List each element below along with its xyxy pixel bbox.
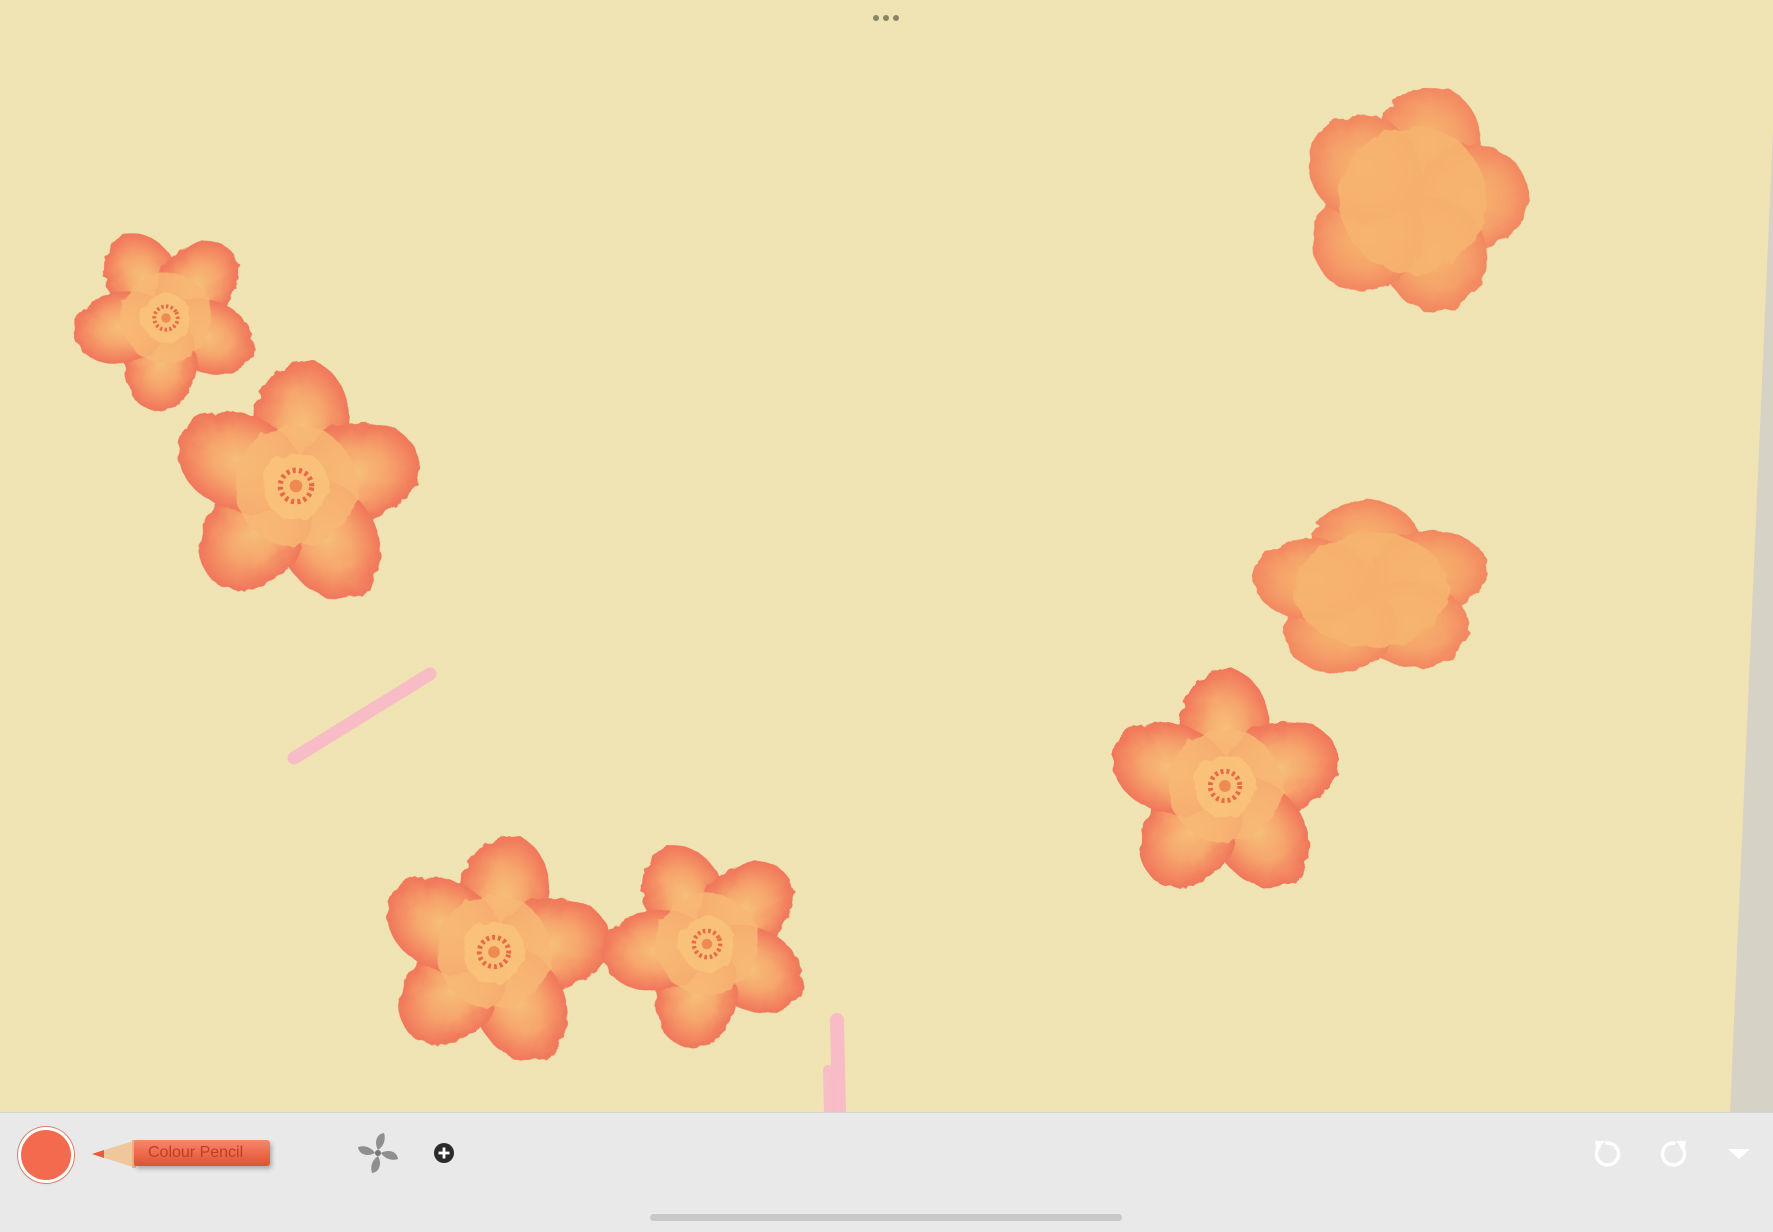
- canvas-area[interactable]: [0, 0, 1773, 1112]
- home-indicator[interactable]: [650, 1214, 1122, 1221]
- chevron-down-icon[interactable]: [1726, 1145, 1752, 1163]
- more-options-button[interactable]: [862, 6, 910, 30]
- bottom-toolbar: Colour Pencil: [0, 1112, 1773, 1196]
- colour-pencil-tool-button[interactable]: Colour Pencil: [92, 1138, 272, 1170]
- drawing-app: Colour Pencil: [0, 0, 1773, 1232]
- paper-canvas[interactable]: [0, 0, 1773, 1112]
- artwork: [0, 0, 1773, 1112]
- system-home-area: [0, 1194, 1773, 1232]
- plus-circle-icon[interactable]: [432, 1141, 456, 1165]
- pencil-tip-icon: [92, 1140, 136, 1168]
- pencil-tool-label: Colour Pencil: [134, 1140, 270, 1166]
- ellipsis-icon-dot: [893, 15, 899, 21]
- ellipsis-icon: [873, 15, 879, 21]
- undo-icon[interactable]: [1590, 1137, 1624, 1171]
- color-picker-button[interactable]: [21, 1130, 71, 1180]
- ellipsis-icon-dot: [883, 15, 889, 21]
- redo-icon[interactable]: [1657, 1137, 1691, 1171]
- fan-icon[interactable]: [356, 1131, 400, 1175]
